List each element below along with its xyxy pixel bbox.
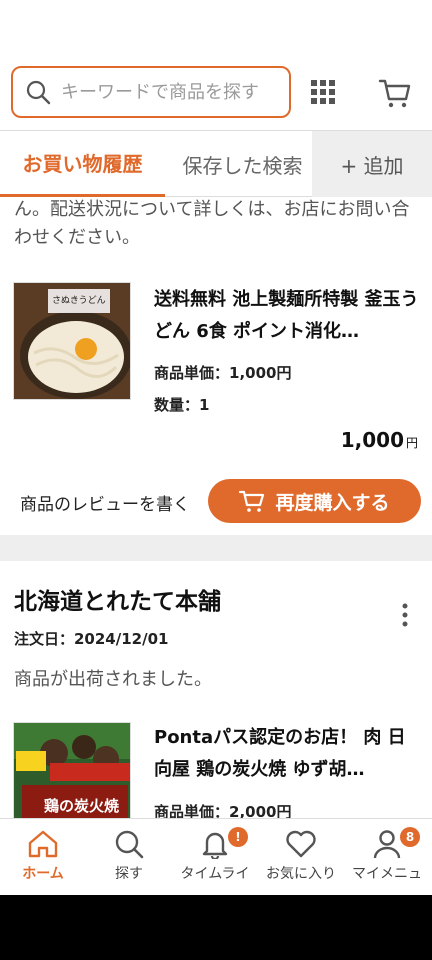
more-options-icon[interactable] [400,602,410,628]
cart-icon[interactable] [378,76,412,110]
quantity: 数量：1 [154,396,210,414]
currency-unit: 円 [405,436,418,450]
person-icon [373,830,401,859]
nav-home[interactable]: ホーム [0,819,86,895]
nav-label: マイメニュ [352,866,422,882]
bell-icon [202,832,228,859]
category-grid-icon[interactable] [310,79,336,105]
screen: お買い物履歴 保存した検索 + 追加 ん。配送状況について詳しくは、お店にお問い… [0,0,432,895]
nav-favorites[interactable]: お気に入り [258,819,344,895]
nav-my-menu[interactable]: マイメニュ 8 [344,819,430,895]
order-date: 注文日：2024/12/01 [14,630,169,648]
total-price-value: 1,000 [340,428,404,452]
nav-label: 探す [115,866,143,882]
product-image-label: 鶏の炭火焼 [44,797,120,815]
product-image-label: さぬきうどん [52,296,106,306]
product-title[interactable]: Pontaパス認定のお店！ 肉 日向屋 鶏の炭火焼 ゆず胡… [154,722,422,786]
unit-price: 商品単価：1,000円 [154,364,292,382]
nav-label: タイムライ [180,866,250,882]
rebuy-label: 再度購入する [275,491,390,514]
search-header [0,66,432,120]
shipping-notice-text: ん。配送状況について詳しくは、お店にお問い合わせください。 [14,199,410,248]
notification-badge: 8 [400,827,420,847]
nav-search[interactable]: 探す [86,819,172,895]
nav-label: ホーム [22,866,64,882]
tab-saved-searches[interactable]: 保存した検索 [170,131,315,197]
notification-badge: ! [228,827,248,847]
nav-label: お気に入り [266,866,336,882]
shipping-status: 商品が出荷されました。 [14,669,212,690]
shop-name[interactable]: 北海道とれたて本舗 [14,582,221,616]
product-image-udon[interactable]: さぬきうどん [13,282,131,400]
bottom-navigation: ホーム 探す タイムライ ! お気に入り マイメニュ 8 [0,818,432,895]
section-divider [0,535,432,561]
home-icon [28,830,58,858]
total-price: 1,000 円 [341,428,418,452]
search-icon [115,830,144,859]
write-review-link[interactable]: 商品のレビューを書く [20,490,190,515]
product-title[interactable]: 送料無料 池上製麺所特製 釜玉うどん 6食 ポイント消化… [154,284,422,348]
search-field[interactable] [11,66,291,118]
search-icon [26,80,51,105]
nav-timeline[interactable]: タイムライ ! [172,819,258,895]
search-input[interactable] [61,81,281,103]
tab-purchase-history[interactable]: お買い物履歴 [0,131,165,197]
heart-icon [286,830,316,858]
cart-icon [239,490,265,512]
rebuy-button[interactable]: 再度購入する [208,479,421,523]
tab-bar: お買い物履歴 保存した検索 + 追加 [0,130,432,197]
tab-add-button[interactable]: + 追加 [312,131,432,197]
